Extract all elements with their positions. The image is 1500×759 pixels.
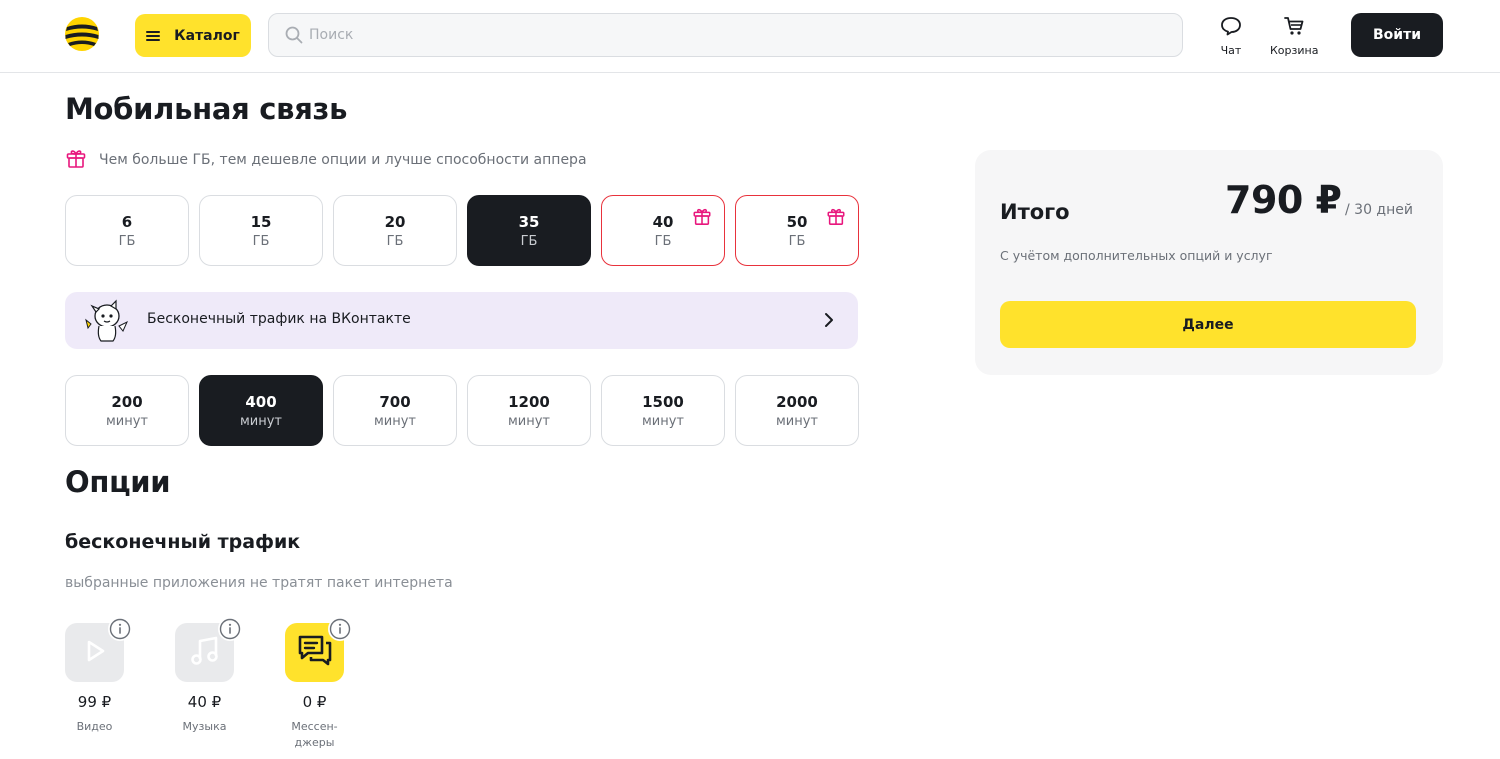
option-unit: ГБ xyxy=(252,233,270,249)
vk-unlimited-banner[interactable]: Бесконечный трафик на ВКонтакте xyxy=(65,292,858,349)
search-icon xyxy=(285,26,303,48)
minutes-options: 200 минут 400 минут 700 минут 1200 минут… xyxy=(65,375,859,446)
option-value: 50 xyxy=(786,212,808,231)
data-options: 6 ГБ 15 ГБ 20 ГБ 35 ГБ 40 ГБ 50 ГБ xyxy=(65,195,859,266)
summary-note: С учётом дополнительных опций и услуг xyxy=(1000,248,1273,263)
option-unit: минут xyxy=(373,413,417,429)
option-value: 40 xyxy=(652,212,674,231)
data-option-50[interactable]: 50 ГБ xyxy=(735,195,859,266)
option-unit: ГБ xyxy=(520,233,538,249)
option-value: 6 xyxy=(121,212,133,231)
data-option-15[interactable]: 15 ГБ xyxy=(199,195,323,266)
billing-period: / 30 дней xyxy=(1345,202,1413,218)
cart-button[interactable]: Корзина xyxy=(1270,16,1318,57)
app-price: 40 ₽ xyxy=(187,693,222,711)
unlimited-traffic-desc: выбранные приложения не тратят пакет инт… xyxy=(65,575,453,591)
data-option-35[interactable]: 35 ГБ xyxy=(467,195,591,266)
app-option-messengers: 0 ₽ Мессен- джеры xyxy=(285,617,352,751)
option-unit: минут xyxy=(775,413,819,429)
option-value: 2000 xyxy=(776,392,818,411)
minutes-option-700[interactable]: 700 минут xyxy=(333,375,457,446)
app-option-music: 40 ₽ Музыка xyxy=(175,617,242,751)
next-button[interactable]: Далее xyxy=(1000,301,1416,348)
catalog-button[interactable]: Каталог xyxy=(135,14,251,57)
option-value: 1200 xyxy=(508,392,550,411)
minutes-option-2000[interactable]: 2000 минут xyxy=(735,375,859,446)
page-title: Мобильная связь xyxy=(65,92,348,126)
option-unit: минут xyxy=(239,413,283,429)
app-price: 0 ₽ xyxy=(302,693,327,711)
vk-banner-text: Бесконечный трафик на ВКонтакте xyxy=(147,311,411,327)
option-unit: минут xyxy=(641,413,685,429)
promo-text: Чем больше ГБ, тем дешевле опции и лучше… xyxy=(99,152,587,168)
option-value: 200 xyxy=(111,392,143,411)
app-options: 99 ₽ Видео 40 ₽ Музыка 0 ₽ Мессен- джеры xyxy=(65,617,352,751)
minutes-option-1500[interactable]: 1500 минут xyxy=(601,375,725,446)
options-title: Опции xyxy=(65,465,171,499)
header: Каталог Чат Корзина Войти xyxy=(0,0,1500,73)
catalog-label: Каталог xyxy=(174,27,240,44)
search-input[interactable] xyxy=(309,14,1169,56)
data-option-6[interactable]: 6 ГБ xyxy=(65,195,189,266)
menu-icon xyxy=(146,26,161,45)
gift-icon xyxy=(692,206,712,230)
data-option-20[interactable]: 20 ГБ xyxy=(333,195,457,266)
minutes-option-400[interactable]: 400 минут xyxy=(199,375,323,446)
chat-label: Чат xyxy=(1220,44,1242,57)
chat-icon xyxy=(1220,16,1242,40)
chat-button[interactable]: Чат xyxy=(1220,16,1242,57)
info-icon[interactable] xyxy=(218,617,242,641)
option-value: 700 xyxy=(379,392,411,411)
summary-card: Итого 790 ₽ / 30 дней С учётом дополните… xyxy=(975,150,1443,375)
app-option-video: 99 ₽ Видео xyxy=(65,617,132,751)
option-unit: ГБ xyxy=(788,233,806,249)
option-value: 400 xyxy=(245,392,277,411)
cart-icon xyxy=(1283,16,1305,40)
info-icon[interactable] xyxy=(328,617,352,641)
beeline-logo[interactable] xyxy=(64,16,100,52)
music-icon xyxy=(188,634,222,672)
promo-line: Чем больше ГБ, тем дешевле опции и лучше… xyxy=(65,147,587,173)
option-value: 1500 xyxy=(642,392,684,411)
app-price: 99 ₽ xyxy=(77,693,112,711)
app-name: Видео xyxy=(76,720,113,733)
option-unit: ГБ xyxy=(386,233,404,249)
cart-label: Корзина xyxy=(1270,44,1319,57)
login-button[interactable]: Войти xyxy=(1351,13,1443,57)
option-value: 35 xyxy=(518,212,540,231)
play-icon xyxy=(82,638,108,668)
option-value: 15 xyxy=(250,212,272,231)
messenger-icon xyxy=(296,633,334,673)
app-name: Мессен- джеры xyxy=(291,720,338,749)
option-unit: минут xyxy=(105,413,149,429)
total-label: Итого xyxy=(1000,200,1070,224)
gift-icon xyxy=(65,147,87,173)
minutes-option-200[interactable]: 200 минут xyxy=(65,375,189,446)
total-price: 790 ₽ xyxy=(1225,178,1342,222)
unlimited-traffic-title: бесконечный трафик xyxy=(65,531,301,553)
app-name: Музыка xyxy=(182,720,227,733)
option-unit: минут xyxy=(507,413,551,429)
gift-icon xyxy=(826,206,846,230)
info-icon[interactable] xyxy=(108,617,132,641)
mascot-icon xyxy=(83,298,131,348)
option-unit: ГБ xyxy=(118,233,136,249)
search-box[interactable] xyxy=(268,13,1183,57)
data-option-40[interactable]: 40 ГБ xyxy=(601,195,725,266)
chevron-right-icon xyxy=(824,312,834,332)
minutes-option-1200[interactable]: 1200 минут xyxy=(467,375,591,446)
option-value: 20 xyxy=(384,212,406,231)
option-unit: ГБ xyxy=(654,233,672,249)
